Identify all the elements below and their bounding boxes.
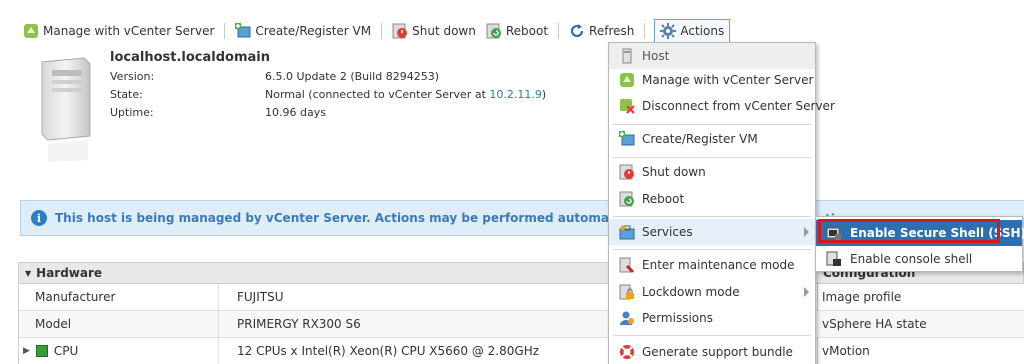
menu-item-label: Create/Register VM <box>642 132 758 146</box>
row-value: FUJITSU <box>237 290 284 304</box>
refresh-label: Refresh <box>589 24 635 38</box>
actions-menu: Host Manage with vCenter Server Disconne… <box>608 42 835 364</box>
reboot-icon <box>619 191 635 207</box>
menu-item-label: Disconnect from vCenter Server <box>642 99 835 113</box>
row-label: Model <box>19 311 219 337</box>
uptime-value: 10.96 days <box>265 106 326 119</box>
menu-item-label: Generate support bundle <box>642 345 793 359</box>
uptime-label: Uptime: <box>110 106 154 119</box>
menu-item-permissions[interactable]: Permissions <box>609 305 815 331</box>
vcenter-icon <box>23 23 39 39</box>
lock-icon <box>619 284 635 300</box>
menu-divider <box>613 249 811 250</box>
menu-divider <box>613 335 811 336</box>
menu-item-services[interactable]: Services <box>609 219 815 245</box>
menu-item-label: Permissions <box>642 311 713 325</box>
toolbar: Manage with vCenter Server Create/Regist… <box>20 19 731 43</box>
info-icon: i <box>31 210 47 226</box>
menu-header-host: Host <box>609 43 815 69</box>
version-value: 6.5.0 Update 2 (Build 8294253) <box>265 70 439 83</box>
manage-vcenter-label: Manage with vCenter Server <box>43 24 215 38</box>
create-register-vm-button[interactable]: Create/Register VM <box>232 20 374 42</box>
row-value: PRIMERGY RX300 S6 <box>237 317 361 331</box>
config-row: Image profile <box>812 284 1024 311</box>
maintenance-icon <box>619 257 635 274</box>
shut-down-button[interactable]: Shut down <box>389 20 479 42</box>
disconnect-icon <box>619 98 635 114</box>
support-icon <box>619 344 635 360</box>
hardware-title: Hardware <box>36 266 103 280</box>
toolbar-divider <box>224 23 226 39</box>
create-vm-icon <box>619 131 635 147</box>
menu-item-reboot[interactable]: Reboot <box>609 186 815 212</box>
shutdown-icon <box>619 164 635 180</box>
menu-item-label: Lockdown mode <box>642 285 740 299</box>
menu-item-shut-down[interactable]: Shut down <box>609 159 815 185</box>
create-vm-icon <box>235 23 251 39</box>
menu-divider <box>613 124 811 125</box>
state-close: ) <box>541 88 547 101</box>
menu-divider <box>613 216 811 217</box>
toolbar-divider <box>381 23 383 39</box>
config-row: vSphere HA state <box>812 311 1024 338</box>
actions-button[interactable]: Actions <box>654 19 731 43</box>
permissions-icon <box>619 310 635 326</box>
menu-item-support-bundle[interactable]: Generate support bundle <box>609 339 815 364</box>
refresh-button[interactable]: Refresh <box>566 20 637 42</box>
menu-item-manage-vcenter[interactable]: Manage with vCenter Server <box>609 67 815 93</box>
server-icon <box>38 56 94 162</box>
actions-label: Actions <box>680 24 725 38</box>
shut-down-label: Shut down <box>412 24 476 38</box>
state-label: State: <box>110 88 143 101</box>
refresh-icon <box>569 23 585 39</box>
vcenter-icon <box>619 72 635 88</box>
menu-item-create-vm[interactable]: Create/Register VM <box>609 126 815 152</box>
row-label: Manufacturer <box>19 284 219 310</box>
cpu-icon <box>35 345 48 357</box>
services-icon <box>619 224 635 240</box>
menu-item-maintenance-mode[interactable]: Enter maintenance mode <box>609 252 815 278</box>
submenu-item-label: Enable console shell <box>850 252 973 266</box>
menu-item-label: Services <box>642 225 693 239</box>
menu-item-disconnect-vcenter[interactable]: Disconnect from vCenter Server <box>609 93 835 119</box>
submenu-item-enable-console-shell[interactable]: Enable console shell <box>816 246 1022 272</box>
version-label: Version: <box>110 70 155 83</box>
vcenter-ip-link[interactable]: 10.2.11.9 <box>489 88 541 101</box>
reboot-label: Reboot <box>505 24 549 38</box>
submenu-arrow-icon <box>804 287 809 297</box>
console-shell-icon <box>826 251 842 267</box>
state-value: Normal (connected to vCenter Server at 1… <box>265 88 546 101</box>
menu-item-lockdown-mode[interactable]: Lockdown mode <box>609 279 815 305</box>
state-text: Normal (connected to vCenter Server at <box>265 88 490 101</box>
config-row: vMotion <box>812 338 1024 364</box>
cpu-label: CPU <box>53 344 79 358</box>
manage-vcenter-button[interactable]: Manage with vCenter Server <box>20 20 217 42</box>
host-name: localhost.localdomain <box>110 50 270 65</box>
collapse-arrow-icon: ▼ <box>25 268 32 278</box>
toolbar-divider <box>558 23 560 39</box>
reboot-icon <box>486 23 502 39</box>
shutdown-icon <box>392 23 408 39</box>
gear-icon <box>660 23 677 39</box>
toolbar-divider <box>644 23 646 39</box>
create-vm-label: Create/Register VM <box>255 24 372 38</box>
expand-arrow-icon[interactable]: ▶ <box>23 346 30 356</box>
annotation-highlight-box <box>818 219 1000 243</box>
reboot-button[interactable]: Reboot <box>483 20 551 42</box>
menu-item-label: Reboot <box>642 192 685 206</box>
submenu-arrow-icon <box>804 227 809 237</box>
menu-item-label: Shut down <box>642 165 706 179</box>
menu-item-label: Manage with vCenter Server <box>642 73 814 87</box>
menu-item-label: Enter maintenance mode <box>642 258 795 272</box>
menu-header-label: Host <box>642 49 670 63</box>
host-icon <box>619 48 635 64</box>
configuration-panel: Configuration Image profile vSphere HA s… <box>812 262 1024 364</box>
menu-divider <box>613 157 811 158</box>
row-value: 12 CPUs x Intel(R) Xeon(R) CPU X5660 @ 2… <box>237 344 540 358</box>
row-label-cpu: ▶ CPU <box>19 338 219 364</box>
